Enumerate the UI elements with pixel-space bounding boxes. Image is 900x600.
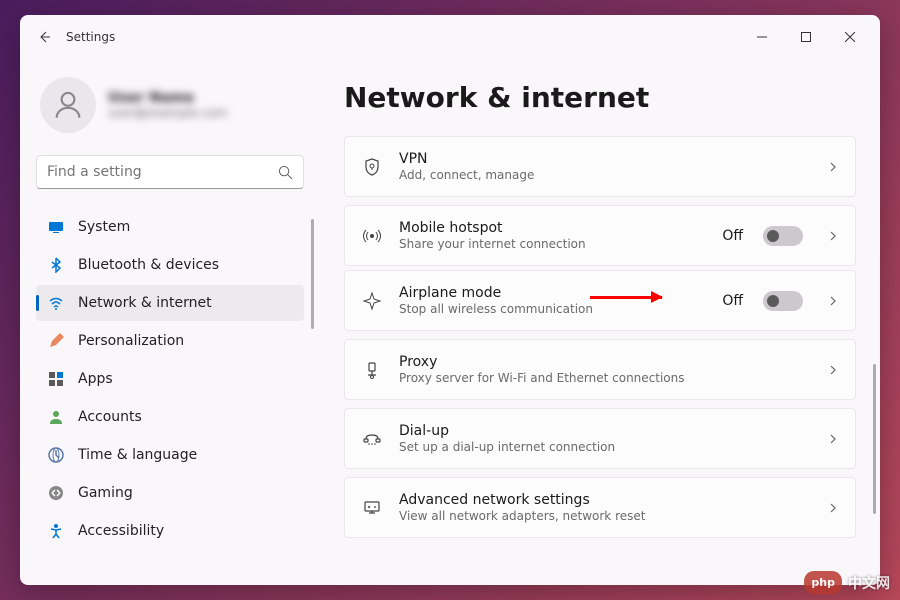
watermark-text: 中文网 [848, 573, 890, 593]
search-input[interactable] [47, 164, 278, 180]
sidebar-item-time-language[interactable]: Time & language [36, 437, 304, 473]
watermark-badge: php [804, 571, 842, 594]
sidebar-item-apps[interactable]: Apps [36, 361, 304, 397]
card-title: Proxy [399, 354, 811, 370]
personalization-icon [48, 333, 64, 349]
person-icon [51, 88, 85, 122]
sidebar-item-system[interactable]: System [36, 209, 304, 245]
gaming-icon [48, 485, 64, 501]
sidebar: User Name user@example.com System Blueto… [20, 59, 320, 585]
profile-info: User Name user@example.com [108, 90, 227, 120]
minimize-icon [757, 32, 767, 42]
card-desc: Add, connect, manage [399, 168, 811, 182]
card-body: Proxy Proxy server for Wi-Fi and Etherne… [399, 354, 811, 385]
card-proxy[interactable]: Proxy Proxy server for Wi-Fi and Etherne… [344, 339, 856, 400]
card-body: Advanced network settings View all netwo… [399, 492, 811, 523]
shield-icon [361, 156, 383, 178]
titlebar: Settings [20, 15, 880, 59]
close-button[interactable] [828, 22, 872, 52]
settings-window: Settings User Name user@example.com [20, 15, 880, 585]
accounts-icon [48, 409, 64, 425]
card-title: Airplane mode [399, 285, 706, 301]
accessibility-icon [48, 523, 64, 539]
main-scrollbar[interactable] [873, 364, 876, 514]
back-arrow-icon [36, 29, 52, 45]
page-title: Network & internet [344, 81, 856, 114]
nav-label: Accounts [78, 409, 142, 425]
card-mobile-hotspot[interactable]: Mobile hotspot Share your internet conne… [344, 205, 856, 266]
wifi-icon [48, 295, 64, 311]
card-desc: Proxy server for Wi-Fi and Ethernet conn… [399, 371, 811, 385]
profile-email: user@example.com [108, 106, 227, 120]
card-desc: Stop all wireless communication [399, 302, 706, 316]
card-desc: Share your internet connection [399, 237, 706, 251]
card-airplane-mode[interactable]: Airplane mode Stop all wireless communic… [344, 270, 856, 331]
sidebar-item-personalization[interactable]: Personalization [36, 323, 304, 359]
sidebar-item-accounts[interactable]: Accounts [36, 399, 304, 435]
nav-label: Network & internet [78, 295, 212, 311]
search-icon [278, 165, 293, 180]
proxy-icon [361, 359, 383, 381]
watermark: php 中文网 [804, 571, 890, 594]
sidebar-item-network[interactable]: Network & internet [36, 285, 304, 321]
sidebar-item-gaming[interactable]: Gaming [36, 475, 304, 511]
card-status: Off [722, 228, 743, 244]
card-vpn[interactable]: VPN Add, connect, manage [344, 136, 856, 197]
window-title: Settings [66, 30, 740, 44]
nav-label: Gaming [78, 485, 133, 501]
card-title: VPN [399, 151, 811, 167]
sidebar-item-bluetooth[interactable]: Bluetooth & devices [36, 247, 304, 283]
search-box[interactable] [36, 155, 304, 189]
nav-label: System [78, 219, 130, 235]
card-advanced-network[interactable]: Advanced network settings View all netwo… [344, 477, 856, 538]
bluetooth-icon [48, 257, 64, 273]
profile-name: User Name [108, 90, 227, 106]
sidebar-scrollbar[interactable] [311, 219, 314, 329]
nav-label: Accessibility [78, 523, 164, 539]
card-title: Dial-up [399, 423, 811, 439]
chevron-right-icon [827, 230, 839, 242]
main-panel: Network & internet VPN Add, connect, man… [320, 59, 880, 585]
nav-label: Bluetooth & devices [78, 257, 219, 273]
card-desc: Set up a dial-up internet connection [399, 440, 811, 454]
card-desc: View all network adapters, network reset [399, 509, 811, 523]
system-icon [48, 219, 64, 235]
apps-icon [48, 371, 64, 387]
window-controls [740, 22, 872, 52]
chevron-right-icon [827, 433, 839, 445]
card-body: Mobile hotspot Share your internet conne… [399, 220, 706, 251]
chevron-right-icon [827, 364, 839, 376]
time-language-icon [48, 447, 64, 463]
airplane-icon [361, 290, 383, 312]
avatar [40, 77, 96, 133]
close-icon [845, 32, 855, 42]
card-body: Dial-up Set up a dial-up internet connec… [399, 423, 811, 454]
advanced-network-icon [361, 497, 383, 519]
card-title: Advanced network settings [399, 492, 811, 508]
nav-label: Apps [78, 371, 113, 387]
minimize-button[interactable] [740, 22, 784, 52]
mobile-hotspot-toggle[interactable] [763, 226, 803, 246]
chevron-right-icon [827, 502, 839, 514]
airplane-mode-toggle[interactable] [763, 291, 803, 311]
nav-label: Personalization [78, 333, 184, 349]
profile-section[interactable]: User Name user@example.com [36, 59, 304, 151]
card-body: Airplane mode Stop all wireless communic… [399, 285, 706, 316]
content-area: User Name user@example.com System Blueto… [20, 59, 880, 585]
card-body: VPN Add, connect, manage [399, 151, 811, 182]
nav-label: Time & language [78, 447, 197, 463]
nav-list: System Bluetooth & devices Network & int… [36, 209, 304, 549]
chevron-right-icon [827, 161, 839, 173]
card-status: Off [722, 293, 743, 309]
back-button[interactable] [28, 21, 60, 53]
hotspot-icon [361, 225, 383, 247]
maximize-button[interactable] [784, 22, 828, 52]
card-title: Mobile hotspot [399, 220, 706, 236]
dialup-icon [361, 428, 383, 450]
card-dialup[interactable]: Dial-up Set up a dial-up internet connec… [344, 408, 856, 469]
chevron-right-icon [827, 295, 839, 307]
sidebar-item-accessibility[interactable]: Accessibility [36, 513, 304, 549]
maximize-icon [801, 32, 811, 42]
